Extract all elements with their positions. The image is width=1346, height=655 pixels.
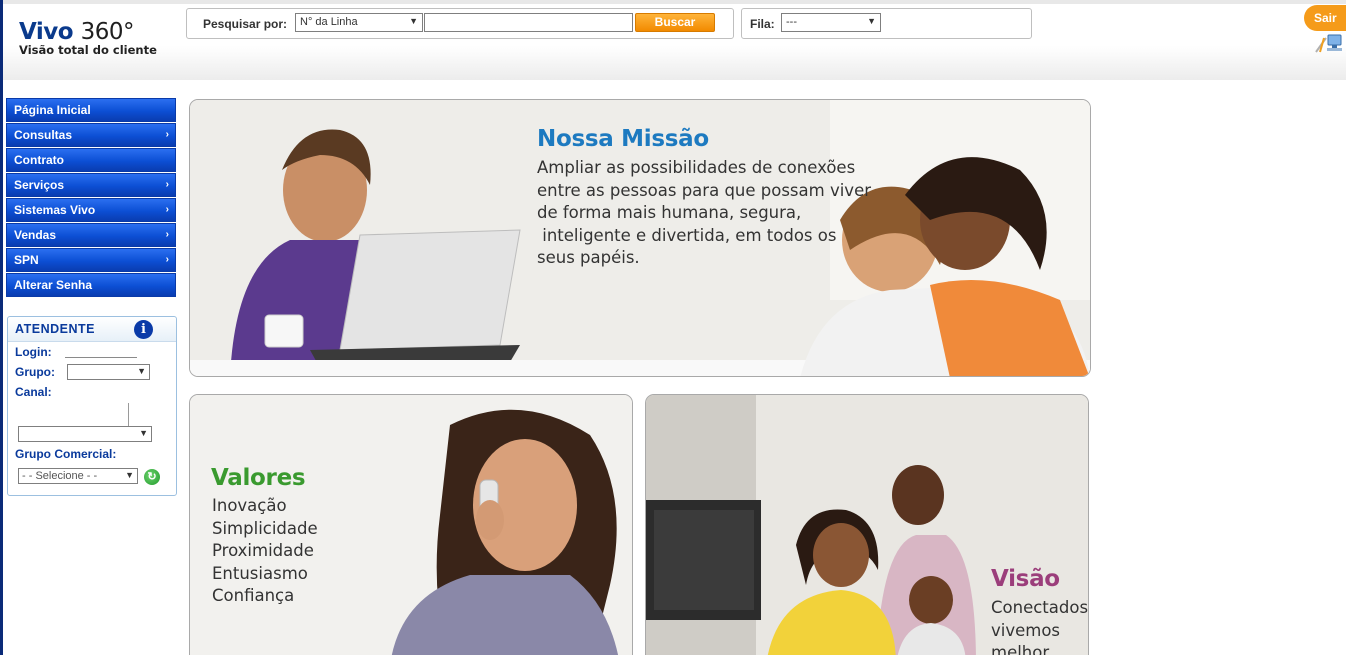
menu-item-sistemas-vivo[interactable]: Sistemas Vivo › [6,198,176,222]
menu-item-pagina-inicial[interactable]: Página Inicial [6,98,176,122]
header: Vivo 360° Visão total do cliente Pesquis… [3,0,1346,80]
logo-subtitle: Visão total do cliente [19,43,157,57]
chevron-right-icon: › [165,254,169,265]
menu-item-vendas[interactable]: Vendas › [6,223,176,247]
logo-title: Vivo 360° [19,20,157,45]
grupo-comercial-value: - - Selecione - - [22,470,98,482]
mission-title: Nossa Missão [537,126,709,152]
dropdown-arrow-icon: ▼ [139,428,148,438]
mission-banner: Nossa Missão Ampliar as possibilidades d… [189,99,1091,377]
menu-item-label: Contrato [14,153,64,167]
grupo-select[interactable]: ▼ [67,364,150,380]
vision-title: Visão [991,566,1060,592]
chevron-right-icon: › [165,129,169,140]
vivo-360-logo[interactable]: Vivo 360° Visão total do cliente [19,20,157,58]
mission-text: Ampliar as possibilidades de conexões en… [537,158,872,267]
values-title: Valores [211,465,306,491]
queue-select[interactable]: --- ▼ [781,13,881,32]
menu-item-servicos[interactable]: Serviços › [6,173,176,197]
queue-label: Fila: [750,17,775,31]
search-type-value: N° da Linha [300,16,358,28]
menu-item-spn[interactable]: SPN › [6,248,176,272]
logo-title-number: 360° [80,19,135,45]
grupo-comercial-label: Grupo Comercial: [15,447,117,461]
login-field[interactable] [65,357,137,358]
menu-item-label: Alterar Senha [14,278,93,292]
menu-item-label: SPN [14,253,39,267]
canal-label: Canal: [15,385,52,399]
main-menu: Página Inicial Consultas › Contrato Servi… [6,98,176,298]
login-label: Login: [15,345,52,359]
values-text: Inovação Simplicidade Proximidade Entusi… [212,496,318,605]
dropdown-arrow-icon: ▼ [867,16,876,26]
queue-bar: Fila: --- ▼ [741,8,1032,39]
tools-icon[interactable] [1310,32,1344,54]
menu-item-label: Página Inicial [14,103,91,117]
menu-item-consultas[interactable]: Consultas › [6,123,176,147]
search-bar: Pesquisar por: N° da Linha ▼ Buscar [186,8,734,39]
dropdown-arrow-icon: ▼ [409,16,418,26]
grupo-label: Grupo: [15,365,55,379]
search-button[interactable]: Buscar [635,13,715,32]
chevron-right-icon: › [165,179,169,190]
menu-item-label: Sistemas Vivo [14,203,96,217]
attendant-title: ATENDENTE [15,322,95,336]
menu-item-label: Consultas [14,128,73,142]
menu-item-alterar-senha[interactable]: Alterar Senha [6,273,176,297]
window-left-edge [0,0,3,655]
search-input[interactable] [424,13,633,32]
values-banner: Valores Inovação Simplicidade Proximidad… [189,394,633,655]
canal-select[interactable]: ▼ [18,426,152,442]
grupo-comercial-select[interactable]: - - Selecione - - ▼ [18,468,138,484]
menu-item-label: Vendas [14,228,57,242]
dropdown-arrow-icon: ▼ [125,470,134,480]
vision-banner: Visão Conectados vivemos melhor [645,394,1089,655]
menu-item-contrato[interactable]: Contrato [6,148,176,172]
logout-button[interactable]: Sair [1304,5,1346,31]
logo-title-brand: Vivo [19,19,81,45]
attendant-panel-header: ATENDENTE i [8,317,176,342]
page: Vivo 360° Visão total do cliente Pesquis… [0,0,1346,655]
refresh-icon[interactable]: ↻ [144,469,160,485]
search-label: Pesquisar por: [203,17,288,31]
queue-value: --- [786,16,797,28]
chevron-right-icon: › [165,204,169,215]
search-type-select[interactable]: N° da Linha ▼ [295,13,423,32]
info-icon[interactable]: i [134,320,153,339]
menu-item-label: Serviços [14,178,65,192]
attendant-panel: ATENDENTE i Login: Grupo: ▼ Canal: ▼ Gru… [7,316,177,496]
vision-text: Conectados vivemos melhor [991,598,1089,655]
chevron-right-icon: › [165,229,169,240]
dropdown-arrow-icon: ▼ [137,366,146,376]
